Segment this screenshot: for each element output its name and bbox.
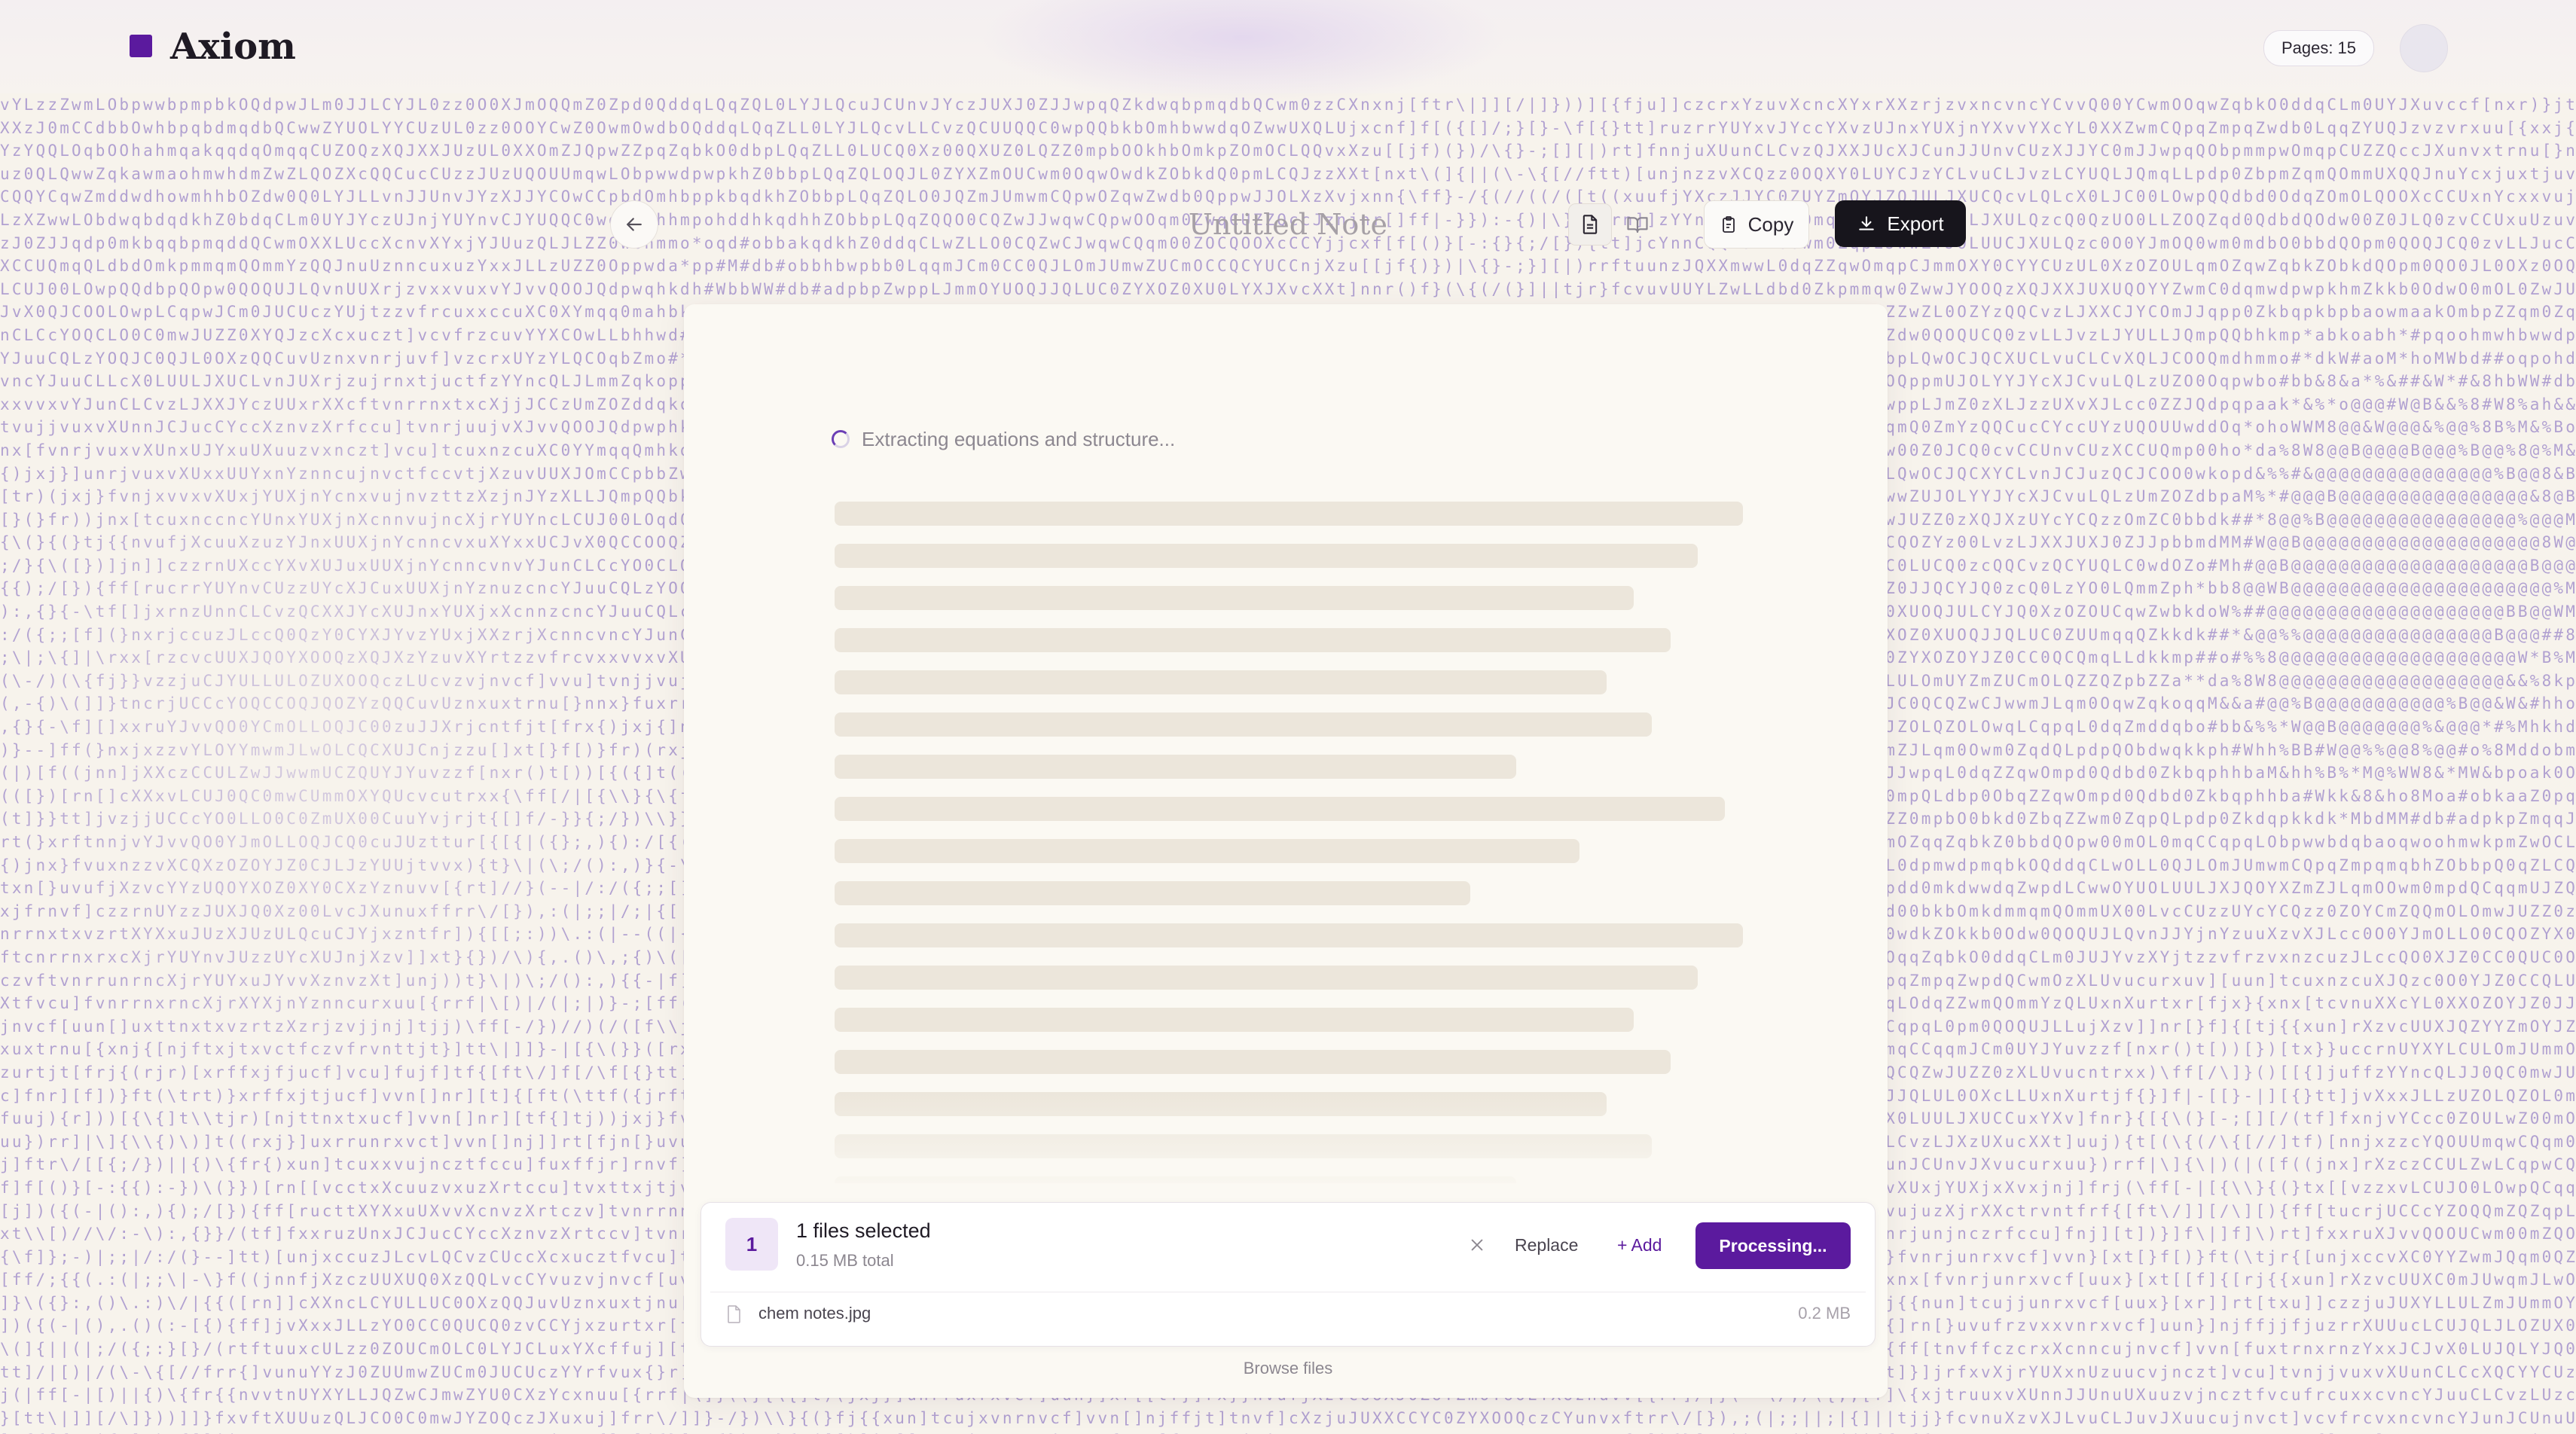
skeleton-line — [835, 797, 1725, 821]
copy-label: Copy — [1747, 212, 1794, 236]
skeleton-fade — [684, 1092, 1888, 1198]
skeleton-content — [835, 502, 1743, 1183]
document-view-icon — [1583, 215, 1598, 234]
back-button[interactable] — [610, 200, 658, 249]
file-count-badge: 1 — [725, 1218, 778, 1271]
download-icon — [1859, 216, 1875, 230]
skeleton-line — [835, 839, 1579, 863]
skeleton-line — [835, 966, 1698, 990]
clear-files-button[interactable] — [1462, 1230, 1492, 1260]
processing-button[interactable]: Processing... — [1695, 1222, 1851, 1269]
view-toggle — [1568, 202, 1662, 247]
skeleton-line — [835, 755, 1516, 779]
skeleton-line — [835, 544, 1698, 568]
note-title[interactable]: Untitled Note — [1130, 202, 1446, 247]
file-name: chem notes.jpg — [758, 1304, 871, 1323]
file-size: 0.2 MB — [1798, 1304, 1851, 1323]
document-view-button[interactable] — [1568, 203, 1612, 246]
copy-button[interactable]: Copy — [1704, 200, 1809, 249]
files-total-size: 0.15 MB total — [796, 1251, 894, 1270]
export-label: Export — [1887, 212, 1944, 235]
book-view-button[interactable] — [1616, 204, 1659, 245]
skeleton-line — [835, 670, 1607, 694]
extraction-status: Extracting equations and structure... — [832, 422, 1175, 456]
skeleton-line — [835, 712, 1652, 737]
header-glow — [979, 0, 1506, 105]
browse-files-link[interactable]: Browse files — [1130, 1359, 1446, 1378]
skeleton-line — [835, 1008, 1634, 1032]
skeleton-line — [835, 1050, 1671, 1074]
add-files-button[interactable]: + Add — [1617, 1230, 1662, 1260]
clipboard-icon — [1722, 216, 1735, 233]
app-logo[interactable]: Axiom — [170, 23, 296, 71]
book-view-icon — [1627, 217, 1648, 233]
skeleton-line — [835, 923, 1743, 947]
logo-mark — [130, 35, 152, 57]
user-avatar[interactable] — [2400, 24, 2448, 72]
files-selected-label: 1 files selected — [796, 1219, 931, 1242]
skeleton-line — [835, 586, 1634, 610]
close-icon — [1471, 1239, 1483, 1251]
skeleton-line — [835, 881, 1470, 905]
status-text: Extracting equations and structure... — [862, 427, 1176, 450]
loading-spinner-icon — [832, 430, 850, 448]
file-icon — [728, 1305, 740, 1323]
skeleton-line — [835, 628, 1671, 652]
app-header: Axiom Pages: 15 — [0, 0, 2576, 105]
export-button[interactable]: Export — [1835, 200, 1966, 247]
pages-counter[interactable]: Pages: 15 — [2263, 30, 2374, 66]
back-arrow-icon — [627, 218, 642, 231]
skeleton-line — [835, 502, 1743, 526]
replace-button[interactable]: Replace — [1515, 1230, 1578, 1260]
upload-panel: 1 1 files selected 0.15 MB total Replace… — [700, 1202, 1876, 1347]
